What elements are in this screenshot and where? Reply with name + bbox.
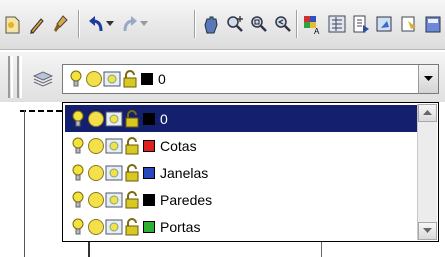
- layer-color-swatch[interactable]: [143, 193, 155, 206]
- drawing-area[interactable]: [20, 110, 62, 257]
- viewport-sun-icon[interactable]: [103, 68, 121, 90]
- bulb-icon[interactable]: [69, 189, 87, 211]
- layer-item-4[interactable]: Portas: [65, 213, 417, 240]
- layer-state-icons: Portas: [69, 216, 200, 238]
- bulb-icon[interactable]: [67, 68, 85, 90]
- layer-color-swatch[interactable]: [143, 166, 155, 179]
- scroll-up-button[interactable]: [418, 104, 437, 122]
- layer-combo[interactable]: 0: [62, 64, 439, 94]
- zoom-window-icon[interactable]: [248, 12, 270, 36]
- layer-name: Janelas: [160, 164, 209, 181]
- lock-icon[interactable]: [123, 216, 141, 238]
- layer-state-icons: Cotas: [69, 135, 197, 157]
- layer-name: 0: [160, 110, 168, 127]
- layers-toolbar: 0: [0, 52, 445, 102]
- viewport-sun-icon[interactable]: [105, 135, 123, 157]
- layer-color-swatch: [141, 73, 153, 85]
- sun-icon[interactable]: [87, 162, 105, 184]
- sun-icon[interactable]: [87, 189, 105, 211]
- lock-icon[interactable]: [123, 189, 141, 211]
- viewport-sun-icon[interactable]: [105, 216, 123, 238]
- drawing-line: [321, 242, 322, 257]
- zoom-realtime-icon[interactable]: [224, 12, 246, 36]
- viewport-sun-icon[interactable]: [105, 162, 123, 184]
- properties-icon[interactable]: A: [302, 12, 324, 36]
- lock-icon[interactable]: [123, 135, 141, 157]
- sun-icon[interactable]: [87, 135, 105, 157]
- zoom-previous-icon[interactable]: [272, 12, 294, 36]
- layer-name: Cotas: [160, 137, 197, 154]
- vertical-scrollbar[interactable]: [417, 104, 437, 240]
- chevron-down-icon: [423, 228, 432, 233]
- current-layer-name: 0: [158, 71, 166, 87]
- layer-color-swatch[interactable]: [143, 220, 155, 233]
- layer-name: Paredes: [160, 191, 213, 208]
- design-center-icon[interactable]: [326, 12, 348, 36]
- bulb-icon[interactable]: [69, 216, 87, 238]
- markup-icon[interactable]: [398, 12, 420, 36]
- sun-icon[interactable]: [85, 68, 103, 90]
- layer-state-icons: 0: [69, 108, 168, 130]
- redo-dropdown-icon[interactable]: [138, 12, 150, 36]
- bulb-icon[interactable]: [69, 108, 87, 130]
- bulb-icon[interactable]: [69, 162, 87, 184]
- drawing-line: [88, 242, 90, 257]
- tool-palette-icon[interactable]: [350, 12, 372, 36]
- open-file-icon[interactable]: [2, 12, 24, 36]
- layer-state-icons: Janelas: [69, 162, 208, 184]
- pan-icon[interactable]: [200, 12, 222, 36]
- scroll-down-button[interactable]: [418, 222, 437, 240]
- layer-dropdown-list: 0 Cotas Janelas Paredes Portas: [62, 102, 439, 242]
- toolbar-grip[interactable]: [8, 56, 13, 98]
- layer-color-swatch[interactable]: [143, 139, 155, 152]
- layer-color-swatch[interactable]: [143, 112, 155, 125]
- redo-icon[interactable]: [118, 12, 140, 36]
- viewport-sun-icon[interactable]: [105, 189, 123, 211]
- viewport-sun-icon[interactable]: [105, 108, 123, 130]
- svg-text:A: A: [314, 27, 320, 35]
- toolbar-separator: [296, 10, 298, 38]
- layer-name: Portas: [160, 218, 201, 235]
- sun-icon[interactable]: [87, 216, 105, 238]
- layer-list: 0 Cotas Janelas Paredes Portas: [65, 105, 417, 240]
- pencil-icon[interactable]: [26, 12, 48, 36]
- bulb-icon[interactable]: [69, 135, 87, 157]
- standard-toolbar: A: [0, 0, 445, 50]
- brush-icon[interactable]: [50, 12, 72, 36]
- lock-icon[interactable]: [123, 162, 141, 184]
- layer-stack-icon[interactable]: [32, 68, 54, 93]
- layer-state-icons: Paredes: [69, 189, 212, 211]
- combo-dropdown-button[interactable]: [418, 65, 438, 93]
- undo-dropdown-icon[interactable]: [104, 12, 116, 36]
- toolbar-grip[interactable]: [17, 56, 22, 98]
- layer-item-1[interactable]: Cotas: [65, 132, 417, 159]
- lock-icon[interactable]: [123, 108, 141, 130]
- sun-icon[interactable]: [87, 108, 105, 130]
- layer-item-3[interactable]: Paredes: [65, 186, 417, 213]
- layer-item-2[interactable]: Janelas: [65, 159, 417, 186]
- toolbar-separator: [194, 10, 196, 38]
- layer-item-0[interactable]: 0: [65, 105, 417, 132]
- chevron-down-icon: [424, 76, 433, 81]
- sheet-set-icon[interactable]: [374, 12, 396, 36]
- chevron-up-icon: [423, 110, 432, 115]
- calculator-icon[interactable]: [422, 12, 444, 36]
- lock-icon[interactable]: [121, 68, 139, 90]
- toolbar-separator: [78, 10, 80, 38]
